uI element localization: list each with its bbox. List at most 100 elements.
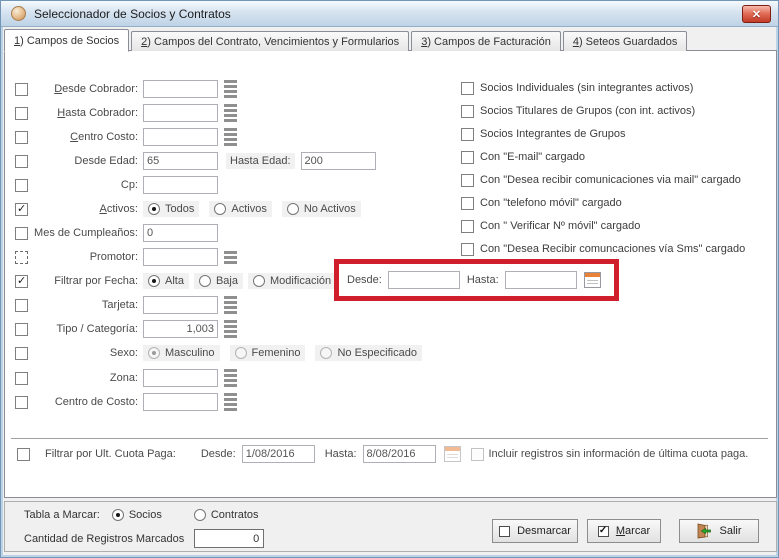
checkbox[interactable] — [461, 82, 474, 95]
fecha-radio-alta[interactable]: Alta — [143, 273, 189, 289]
list-lookup-icon[interactable] — [224, 296, 237, 314]
fecha-hasta-input[interactable] — [505, 271, 577, 289]
activos-radio-no-activos[interactable]: No Activos — [282, 201, 361, 217]
cuota-paga-checkbox[interactable] — [17, 448, 30, 461]
check-con-desea-recibir-mail[interactable]: Con "Desea recibir comunicaciones via ma… — [461, 171, 741, 189]
incluir-registros-label: Incluir registros sin información de últ… — [489, 448, 749, 460]
check-con-email[interactable]: Con "E-mail" cargado — [461, 148, 585, 166]
desde-cobrador-input[interactable] — [143, 80, 218, 98]
row-filtrar-ult-cuota-paga: Filtrar por Ult. Cuota Paga: Desde: Hast… — [17, 444, 748, 464]
fecha-desde-input[interactable] — [388, 271, 460, 289]
mes-cumpleanos-label: Mes de Cumpleaños: — [28, 227, 138, 239]
close-button[interactable]: ✕ — [742, 5, 771, 23]
fecha-radio-baja[interactable]: Baja — [194, 273, 243, 289]
zona-checkbox[interactable] — [15, 372, 28, 385]
radio-icon — [194, 509, 206, 521]
cantidad-row: Cantidad de Registros Marcados — [24, 529, 264, 548]
radio-icon — [148, 203, 160, 215]
hasta-edad-label: Hasta Edad: — [226, 153, 295, 169]
list-lookup-icon[interactable] — [224, 80, 237, 98]
check-socios-integrantes[interactable]: Socios Integrantes de Grupos — [461, 125, 626, 143]
checked-box-icon — [598, 526, 609, 537]
zona-input[interactable] — [143, 369, 218, 387]
tab-campos-de-facturacion[interactable]: 3) Campos de Facturación — [411, 31, 561, 51]
row-edad: Desde Edad: Hasta Edad: — [15, 151, 376, 171]
checkbox[interactable] — [461, 128, 474, 141]
hasta-cobrador-input[interactable] — [143, 104, 218, 122]
checkbox[interactable] — [461, 105, 474, 118]
title-bar: Seleccionador de Socios y Contratos ✕ — [1, 1, 778, 27]
desde-cobrador-checkbox[interactable] — [15, 83, 28, 96]
checkbox[interactable] — [461, 243, 474, 256]
centro-costo-input[interactable] — [143, 128, 218, 146]
cp-label: Cp: — [28, 179, 138, 191]
check-con-desea-recibir-sms[interactable]: Con "Desea Recibir comuncaciones vía Sms… — [461, 240, 745, 258]
desde-edad-input[interactable] — [143, 152, 218, 170]
tabla-radio-socios[interactable]: Socios — [110, 508, 164, 522]
promotor-input[interactable] — [143, 248, 218, 266]
cp-input[interactable] — [143, 176, 218, 194]
hasta-edad-input[interactable] — [301, 152, 376, 170]
check-socios-titulares[interactable]: Socios Titulares de Grupos (con int. act… — [461, 102, 695, 120]
bottom-panel: Tabla a Marcar: Socios Contratos Cantida… — [4, 501, 777, 552]
activos-checkbox[interactable] — [15, 203, 28, 216]
radio-icon — [253, 275, 265, 287]
centro-costo-label: Centro Costo: — [28, 131, 138, 143]
centro-de-costo-checkbox[interactable] — [15, 396, 28, 409]
list-lookup-icon[interactable] — [224, 369, 237, 387]
tarjeta-input[interactable] — [143, 296, 218, 314]
marcar-button[interactable]: Marcar — [587, 519, 661, 543]
list-lookup-icon[interactable] — [224, 320, 237, 338]
tab-campos-de-socios[interactable]: 1) Campos de Socios — [4, 29, 129, 52]
tab-campos-del-contrato[interactable]: 2) Campos del Contrato, Vencimientos y F… — [131, 31, 409, 51]
hasta-cobrador-checkbox[interactable] — [15, 107, 28, 120]
cp-checkbox[interactable] — [15, 179, 28, 192]
tabla-a-marcar-label: Tabla a Marcar: — [24, 509, 100, 521]
radio-icon — [148, 275, 160, 287]
list-lookup-icon[interactable] — [224, 104, 237, 122]
tipo-categoria-checkbox[interactable] — [15, 323, 28, 336]
tabla-radio-contratos[interactable]: Contratos — [192, 508, 261, 522]
check-socios-individuales[interactable]: Socios Individuales (sin integrantes act… — [461, 79, 693, 97]
calendar-icon[interactable] — [444, 446, 461, 462]
promotor-checkbox[interactable] — [15, 251, 28, 264]
salir-button[interactable]: Salir — [679, 519, 759, 543]
tarjeta-checkbox[interactable] — [15, 299, 28, 312]
tipo-categoria-label: Tipo / Categoría: — [28, 323, 138, 335]
activos-radio-activos[interactable]: Activos — [209, 201, 271, 217]
checkbox[interactable] — [461, 174, 474, 187]
sexo-checkbox[interactable] — [15, 347, 28, 360]
list-lookup-icon[interactable] — [224, 393, 237, 411]
mes-cumpleanos-checkbox[interactable] — [15, 227, 28, 240]
edad-checkbox[interactable] — [15, 155, 28, 168]
list-lookup-icon[interactable] — [224, 128, 237, 146]
promotor-label: Promotor: — [28, 251, 138, 263]
fecha-radio-modificacion[interactable]: Modificación — [248, 273, 336, 289]
tab-seteos-guardados[interactable]: 4) Seteos Guardados — [563, 31, 688, 51]
list-lookup-icon[interactable] — [224, 251, 237, 264]
calendar-icon[interactable] — [584, 272, 601, 288]
mes-cumpleanos-input[interactable] — [143, 224, 218, 242]
annotation-highlight-box: Desde: Hasta: — [334, 259, 619, 301]
tipo-categoria-input[interactable] — [143, 320, 218, 338]
desmarcar-button[interactable]: Desmarcar — [492, 519, 578, 543]
filtrar-fecha-checkbox[interactable] — [15, 275, 28, 288]
cuota-hasta-input[interactable] — [363, 445, 436, 463]
centro-de-costo-label: Centro de Costo: — [28, 396, 138, 408]
incluir-registros-checkbox — [471, 448, 484, 461]
checkbox[interactable] — [461, 220, 474, 233]
check-con-verificar-movil[interactable]: Con " Verificar Nº móvil" cargado — [461, 217, 640, 235]
radio-icon — [199, 275, 211, 287]
fecha-hasta-label: Hasta: — [467, 274, 499, 286]
check-con-telefono-movil[interactable]: Con "telefono móvil" cargado — [461, 194, 622, 212]
activos-label: Activos: — [28, 203, 138, 215]
activos-radio-todos[interactable]: Todos — [143, 201, 199, 217]
cuota-desde-input[interactable] — [242, 445, 315, 463]
checkbox[interactable] — [461, 197, 474, 210]
cantidad-input[interactable] — [194, 529, 264, 548]
centro-costo-checkbox[interactable] — [15, 131, 28, 144]
centro-de-costo-input[interactable] — [143, 393, 218, 411]
row-desde-cobrador: Desde Cobrador: — [15, 79, 237, 99]
desde-edad-label: Desde Edad: — [28, 155, 138, 167]
checkbox[interactable] — [461, 151, 474, 164]
